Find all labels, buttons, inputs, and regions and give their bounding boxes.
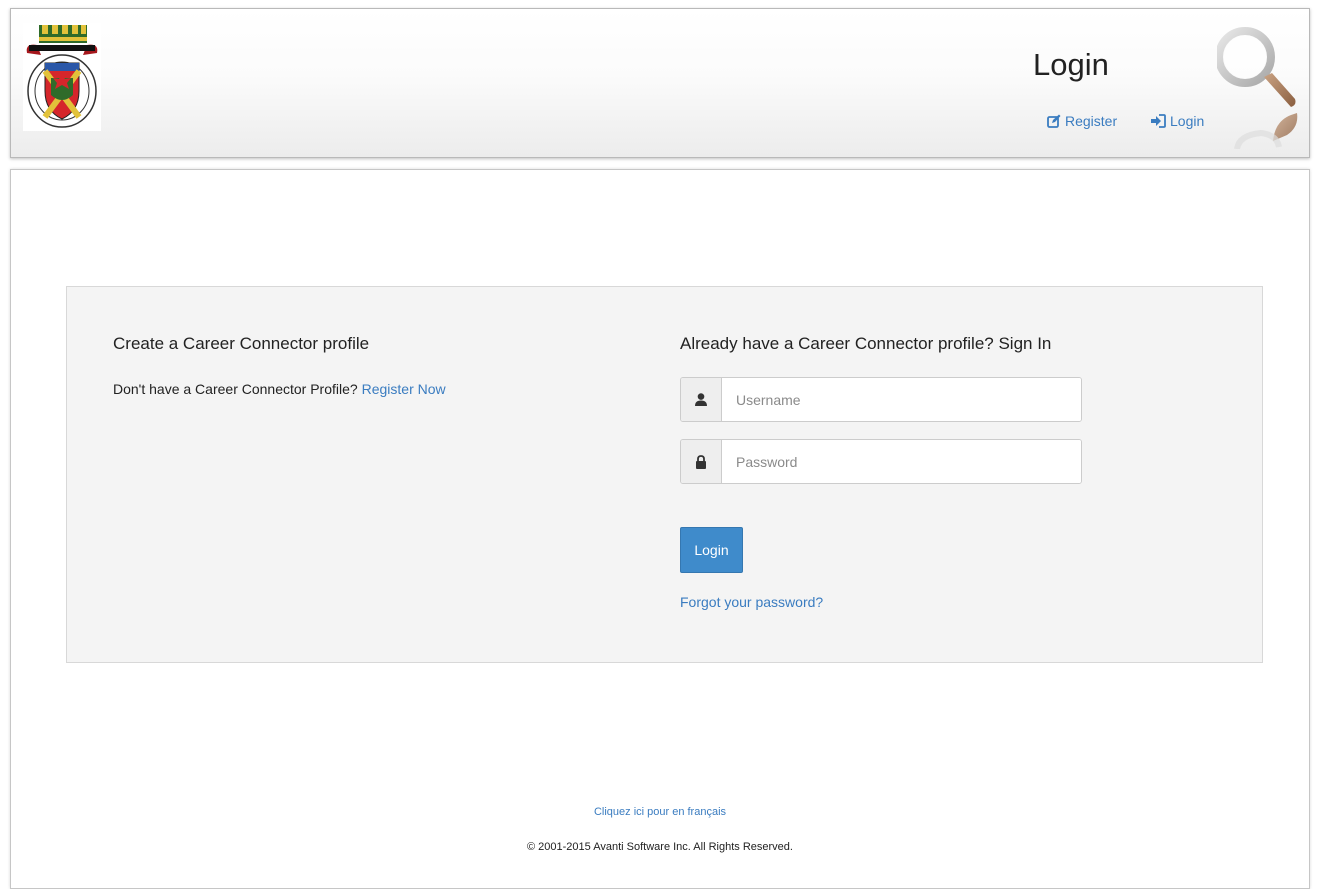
lock-icon — [696, 454, 706, 469]
login-link-label: Login — [1170, 113, 1205, 129]
magnifier-icon — [1217, 27, 1298, 149]
crest-logo — [23, 23, 101, 131]
register-link-label: Register — [1065, 113, 1118, 129]
main-content: Create a Career Connector profile Don't … — [10, 169, 1310, 889]
create-profile-text: Don't have a Career Connector Profile? R… — [113, 381, 446, 397]
username-input[interactable] — [722, 378, 1081, 421]
register-now-link[interactable]: Register Now — [362, 381, 446, 397]
forgot-password-link[interactable]: Forgot your password? — [680, 594, 823, 610]
login-panel: Create a Career Connector profile Don't … — [66, 286, 1263, 663]
sign-in-heading: Already have a Career Connector profile?… — [680, 334, 1052, 353]
create-profile-heading: Create a Career Connector profile — [113, 334, 370, 353]
username-group — [680, 377, 1082, 422]
page-title: Login — [1033, 47, 1109, 82]
page-header: Login Register Login — [10, 8, 1310, 158]
register-link[interactable]: Register — [1047, 113, 1117, 129]
edit-icon — [1047, 114, 1061, 128]
login-icon — [1151, 114, 1166, 128]
user-icon — [695, 393, 707, 406]
username-addon — [681, 378, 722, 421]
login-link[interactable]: Login — [1151, 113, 1204, 129]
password-group — [680, 439, 1082, 484]
login-button[interactable]: Login — [680, 527, 743, 573]
password-input[interactable] — [722, 440, 1081, 483]
password-addon — [681, 440, 722, 483]
create-profile-prompt: Don't have a Career Connector Profile? — [113, 381, 358, 397]
copyright-text: © 2001-2015 Avanti Software Inc. All Rig… — [527, 841, 793, 853]
french-language-link[interactable]: Cliquez ici pour en français — [11, 806, 1309, 818]
